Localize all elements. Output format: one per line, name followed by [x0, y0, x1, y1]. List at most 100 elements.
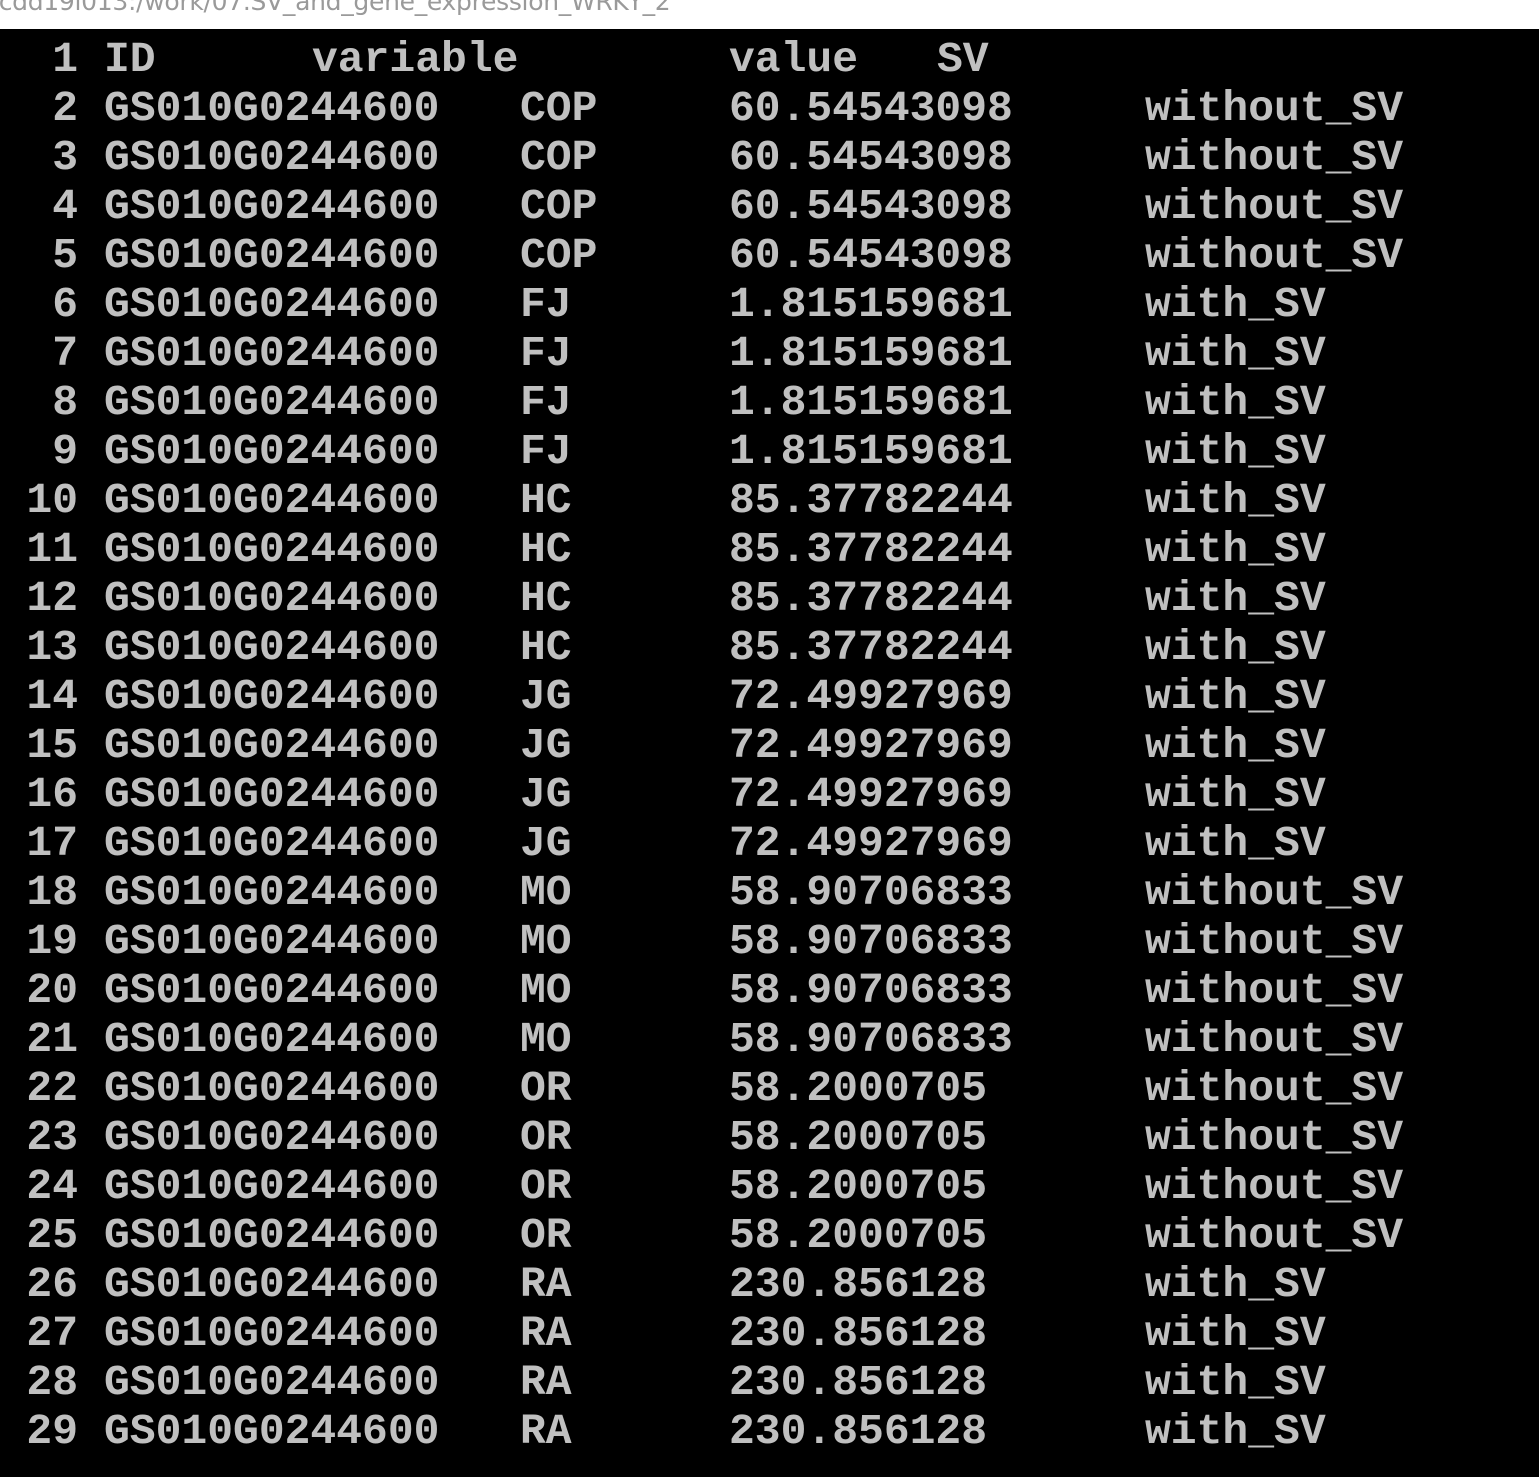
- cell-sv: with_SV: [1145, 770, 1326, 819]
- cell-value: 1.815159681: [729, 427, 1013, 476]
- cell-value: 230.856128: [729, 1407, 988, 1456]
- cell-sv: with_SV: [1145, 329, 1326, 378]
- cell-sv: without_SV: [1145, 1015, 1404, 1064]
- line-number: 5: [52, 231, 78, 280]
- cell-sv: without_SV: [1145, 84, 1404, 133]
- cell-variable: HC: [520, 476, 572, 525]
- table-row: 6 GS010G0244600 FJ 1.815159681 with_SV: [0, 280, 1539, 329]
- cell-id: GS010G0244600: [104, 574, 440, 623]
- cell-id: GS010G0244600: [104, 819, 440, 868]
- cell-value: 58.90706833: [729, 917, 1013, 966]
- cell-variable: JG: [520, 819, 572, 868]
- cell-variable: MO: [520, 868, 572, 917]
- cell-sv: with_SV: [1145, 378, 1326, 427]
- cell-value: 1.815159681: [729, 329, 1013, 378]
- cell-sv: with_SV: [1145, 525, 1326, 574]
- table-row: 23 GS010G0244600 OR 58.2000705 without_SV: [0, 1113, 1539, 1162]
- line-number: 7: [52, 329, 78, 378]
- cell-sv: with_SV: [1145, 1309, 1326, 1358]
- cell-id: GS010G0244600: [104, 770, 440, 819]
- line-number: 8: [52, 378, 78, 427]
- line-number: 19: [26, 917, 78, 966]
- cell-id: GS010G0244600: [104, 1309, 440, 1358]
- line-number: 2: [52, 84, 78, 133]
- cell-id: GS010G0244600: [104, 917, 440, 966]
- cell-id: GS010G0244600: [104, 182, 440, 231]
- window-title: scdd19l013:/work/07.SV_and_gene_expressi…: [0, 0, 671, 16]
- cell-sv: with_SV: [1145, 623, 1326, 672]
- column-header-variable: variable: [312, 35, 519, 84]
- line-number: 27: [26, 1309, 78, 1358]
- cell-variable: HC: [520, 574, 572, 623]
- cell-variable: HC: [520, 525, 572, 574]
- cell-id: GS010G0244600: [104, 378, 440, 427]
- cell-id: GS010G0244600: [104, 1162, 440, 1211]
- cell-variable: JG: [520, 770, 572, 819]
- terminal-output[interactable]: 1 ID variable value SV 2 GS010G0244600 COP…: [0, 29, 1539, 1477]
- cell-value: 60.54543098: [729, 84, 1013, 133]
- cell-id: GS010G0244600: [104, 133, 440, 182]
- cell-value: 58.2000705: [729, 1113, 988, 1162]
- cell-id: GS010G0244600: [104, 84, 440, 133]
- table-header-row: 1 ID variable value SV: [0, 35, 1539, 84]
- line-number: 13: [26, 623, 78, 672]
- cell-sv: without_SV: [1145, 917, 1404, 966]
- cell-value: 85.37782244: [729, 574, 1013, 623]
- cell-sv: without_SV: [1145, 1113, 1404, 1162]
- cell-value: 58.2000705: [729, 1064, 988, 1113]
- table-row: 17 GS010G0244600 JG 72.49927969 with_SV: [0, 819, 1539, 868]
- cell-variable: OR: [520, 1211, 572, 1260]
- cell-sv: with_SV: [1145, 1358, 1326, 1407]
- cell-variable: FJ: [520, 378, 572, 427]
- cell-variable: COP: [520, 231, 598, 280]
- cell-sv: without_SV: [1145, 1211, 1404, 1260]
- cell-sv: without_SV: [1145, 966, 1404, 1015]
- cell-sv: with_SV: [1145, 819, 1326, 868]
- table-row: 27 GS010G0244600 RA 230.856128 with_SV: [0, 1309, 1539, 1358]
- cell-id: GS010G0244600: [104, 231, 440, 280]
- table-row: 2 GS010G0244600 COP 60.54543098 without_SV: [0, 84, 1539, 133]
- table-row: 8 GS010G0244600 FJ 1.815159681 with_SV: [0, 378, 1539, 427]
- line-number: 20: [26, 966, 78, 1015]
- cell-variable: MO: [520, 966, 572, 1015]
- table-row: 26 GS010G0244600 RA 230.856128 with_SV: [0, 1260, 1539, 1309]
- cell-variable: COP: [520, 133, 598, 182]
- cell-id: GS010G0244600: [104, 525, 440, 574]
- cell-variable: JG: [520, 721, 572, 770]
- table-row: 16 GS010G0244600 JG 72.49927969 with_SV: [0, 770, 1539, 819]
- cell-id: GS010G0244600: [104, 672, 440, 721]
- cell-id: GS010G0244600: [104, 721, 440, 770]
- line-number: 26: [26, 1260, 78, 1309]
- cell-sv: with_SV: [1145, 280, 1326, 329]
- cell-variable: COP: [520, 84, 598, 133]
- cell-variable: COP: [520, 182, 598, 231]
- cell-value: 60.54543098: [729, 133, 1013, 182]
- table-row: 4 GS010G0244600 COP 60.54543098 without_SV: [0, 182, 1539, 231]
- line-number: 1: [52, 35, 78, 84]
- table-row: 7 GS010G0244600 FJ 1.815159681 with_SV: [0, 329, 1539, 378]
- table-row: 5 GS010G0244600 COP 60.54543098 without_SV: [0, 231, 1539, 280]
- cell-variable: FJ: [520, 280, 572, 329]
- cell-variable: OR: [520, 1162, 572, 1211]
- cell-id: GS010G0244600: [104, 1064, 440, 1113]
- table-row: 14 GS010G0244600 JG 72.49927969 with_SV: [0, 672, 1539, 721]
- line-number: 24: [26, 1162, 78, 1211]
- cell-sv: with_SV: [1145, 574, 1326, 623]
- table-row: 25 GS010G0244600 OR 58.2000705 without_SV: [0, 1211, 1539, 1260]
- line-number: 9: [52, 427, 78, 476]
- window-titlebar: scdd19l013:/work/07.SV_and_gene_expressi…: [0, 0, 1539, 29]
- cell-value: 58.2000705: [729, 1162, 988, 1211]
- cell-value: 72.49927969: [729, 672, 1013, 721]
- cell-variable: RA: [520, 1358, 572, 1407]
- cell-id: GS010G0244600: [104, 1211, 440, 1260]
- line-number: 21: [26, 1015, 78, 1064]
- line-number: 25: [26, 1211, 78, 1260]
- cell-value: 85.37782244: [729, 476, 1013, 525]
- line-number: 12: [26, 574, 78, 623]
- table-row: 9 GS010G0244600 FJ 1.815159681 with_SV: [0, 427, 1539, 476]
- cell-id: GS010G0244600: [104, 868, 440, 917]
- cell-variable: JG: [520, 672, 572, 721]
- cell-id: GS010G0244600: [104, 966, 440, 1015]
- table-row: 24 GS010G0244600 OR 58.2000705 without_SV: [0, 1162, 1539, 1211]
- cell-value: 72.49927969: [729, 770, 1013, 819]
